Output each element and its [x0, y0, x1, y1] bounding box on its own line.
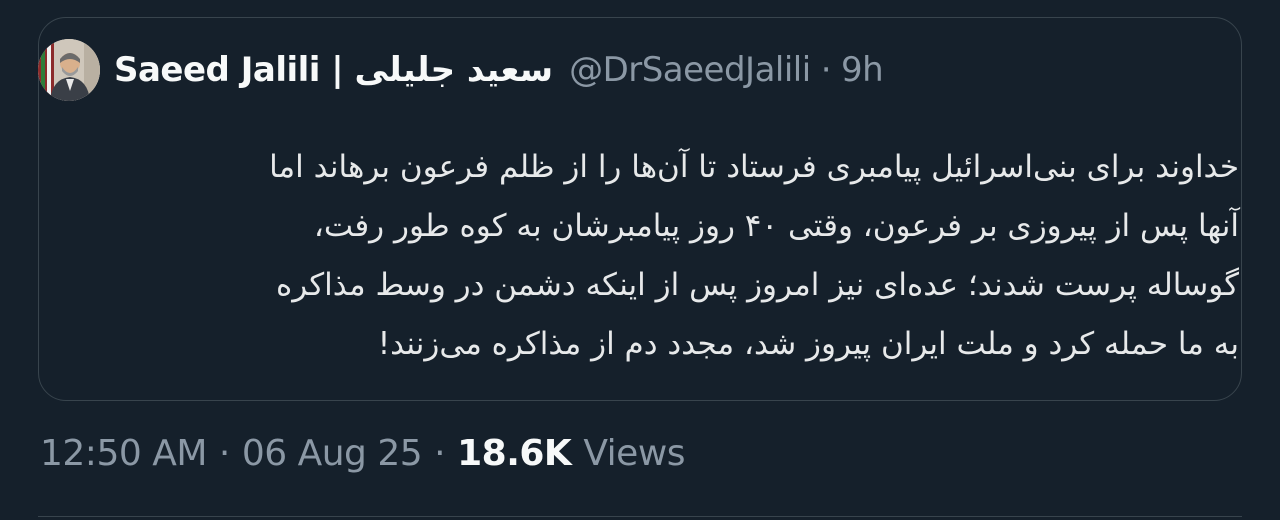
- avatar[interactable]: [38, 39, 100, 101]
- quoted-tweet-header: Saeed Jalili | سعید جلیلی @DrSaeedJalili…: [38, 38, 884, 102]
- tweet-text-line: آنها پس از پیروزی بر فرعون، وقتی ۴۰ روز …: [313, 208, 1239, 244]
- post-time-ago[interactable]: 9h: [841, 50, 884, 90]
- post-time[interactable]: 12:50 AM: [40, 433, 207, 474]
- meta-separator: ·: [218, 432, 230, 474]
- views-count[interactable]: 18.6K: [457, 433, 572, 474]
- tweet-text-line: به ما حمله کرد و ملت ایران پیروز شد، مجد…: [377, 326, 1239, 362]
- author-handle[interactable]: @DrSaeedJalili: [569, 50, 811, 90]
- views-label[interactable]: Views: [583, 433, 685, 474]
- tweet-text-line: گوساله پرست شدند؛ عده‌ای نیز امروز پس از…: [276, 267, 1239, 303]
- meta-separator: ·: [434, 432, 446, 474]
- profile-photo-icon: [38, 39, 100, 101]
- author-display-name[interactable]: Saeed Jalili | سعید جلیلی: [114, 50, 554, 90]
- post-meta: 12:50 AM · 06 Aug 25 · 18.6K Views: [40, 428, 686, 478]
- header-separator: ·: [820, 50, 832, 90]
- post-date[interactable]: 06 Aug 25: [242, 433, 423, 474]
- quoted-tweet-text: خداوند برای بنی‌اسرائیل پیامبری فرستاد ت…: [99, 138, 1239, 374]
- bottom-divider: [38, 516, 1242, 517]
- tweet-text-line: خداوند برای بنی‌اسرائیل پیامبری فرستاد ت…: [269, 149, 1239, 185]
